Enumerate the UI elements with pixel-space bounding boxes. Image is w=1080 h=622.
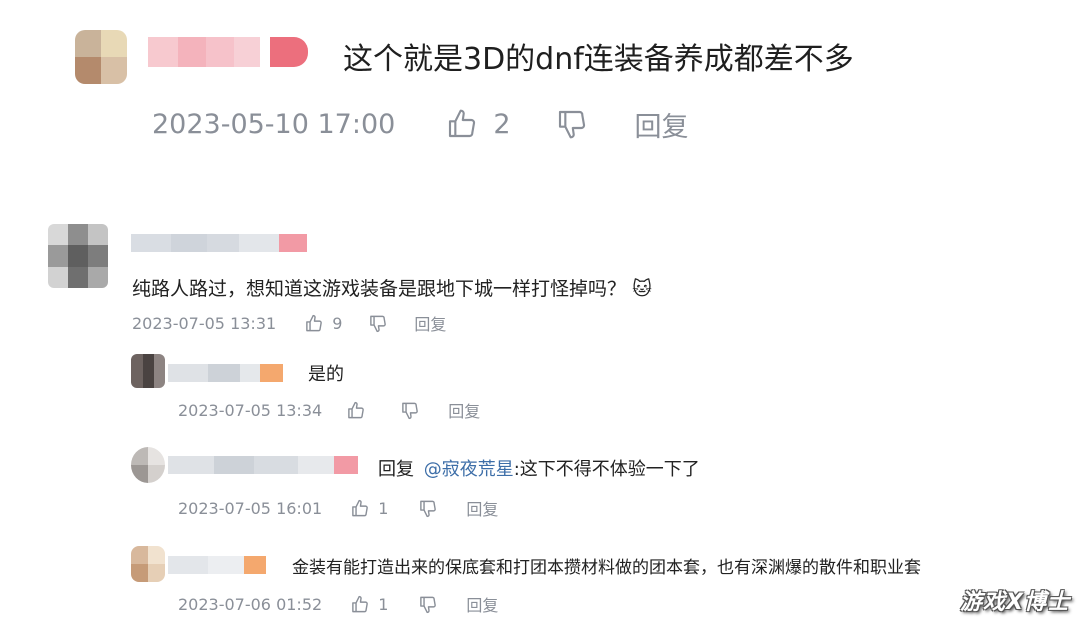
timestamp: 2023-07-05 13:34 (178, 400, 323, 420)
thumb-down-icon[interactable] (418, 595, 438, 614)
username[interactable] (148, 37, 308, 67)
avatar[interactable] (131, 447, 165, 483)
comment-text: 这个就是3D的dnf连装备养成都差不多 (343, 42, 854, 77)
comment-text: 金装有能打造出来的保底套和打团本攒材料做的团本套，也有深渊爆的散件和职业套 (292, 558, 921, 578)
reply-button[interactable]: 回复 (635, 105, 689, 144)
comment-meta: 2023-07-05 13:34 回复 (178, 398, 480, 422)
avatar[interactable] (131, 546, 165, 582)
comment-text: 是的 (308, 364, 344, 385)
timestamp: 2023-05-10 17:00 (152, 108, 396, 140)
comment-meta: 2023-07-05 16:01 1 回复 (178, 496, 498, 520)
reply-button[interactable]: 回复 (466, 496, 498, 520)
watermark-logo: 游戏X博士 (960, 590, 1070, 615)
timestamp: 2023-07-05 13:31 (132, 313, 277, 333)
thumb-down-icon[interactable] (418, 499, 438, 518)
like-button[interactable]: 2 (445, 108, 511, 140)
thumb-up-icon (350, 595, 370, 614)
avatar[interactable] (131, 354, 165, 388)
avatar[interactable] (48, 224, 108, 288)
thumb-down-icon[interactable] (400, 401, 420, 420)
emoji-cat-icon: 🐱 (632, 278, 652, 300)
username[interactable] (168, 364, 283, 382)
username[interactable] (131, 234, 307, 252)
timestamp: 2023-07-05 16:01 (178, 498, 323, 518)
comment-meta: 2023-07-05 13:31 9 回复 (132, 310, 446, 336)
comment-meta: 2023-07-06 01:52 1 回复 (178, 592, 498, 616)
like-count: 1 (378, 498, 389, 518)
thumb-up-icon (445, 108, 479, 140)
reply-button[interactable]: 回复 (466, 592, 498, 616)
thumb-up-icon (304, 314, 324, 333)
like-button[interactable]: 1 (350, 499, 388, 518)
comment-text-row: 回复 @寂夜荒星:这下不得不体验一下了 (378, 455, 700, 481)
reply-button[interactable]: 回复 (448, 398, 480, 422)
like-count: 9 (332, 313, 343, 333)
timestamp: 2023-07-06 01:52 (178, 594, 323, 614)
comment-text-row: 纯路人路过，想知道这游戏装备是跟地下城一样打怪掉吗？ 🐱 (132, 274, 652, 301)
reply-button[interactable]: 回复 (414, 311, 446, 335)
like-button[interactable]: 9 (304, 314, 342, 333)
like-button[interactable]: 1 (350, 595, 388, 614)
mention-link[interactable]: @寂夜荒星 (424, 459, 514, 480)
reply-prefix: 回复 (378, 459, 414, 480)
like-count: 2 (493, 108, 511, 140)
like-button[interactable] (346, 401, 366, 420)
thumb-up-icon (346, 401, 366, 420)
avatar[interactable] (75, 30, 127, 84)
comment-text: 纯路人路过，想知道这游戏装备是跟地下城一样打怪掉吗？ (132, 278, 627, 300)
comment-meta: 2023-05-10 17:00 2 回复 (152, 104, 689, 144)
like-count: 1 (378, 594, 389, 614)
comment-text: :这下不得不体验一下了 (513, 459, 700, 480)
username[interactable] (168, 556, 266, 574)
thumb-up-icon (350, 499, 370, 518)
thumb-down-icon[interactable] (368, 314, 388, 333)
thumb-down-icon[interactable] (555, 108, 589, 140)
username[interactable] (168, 456, 358, 474)
